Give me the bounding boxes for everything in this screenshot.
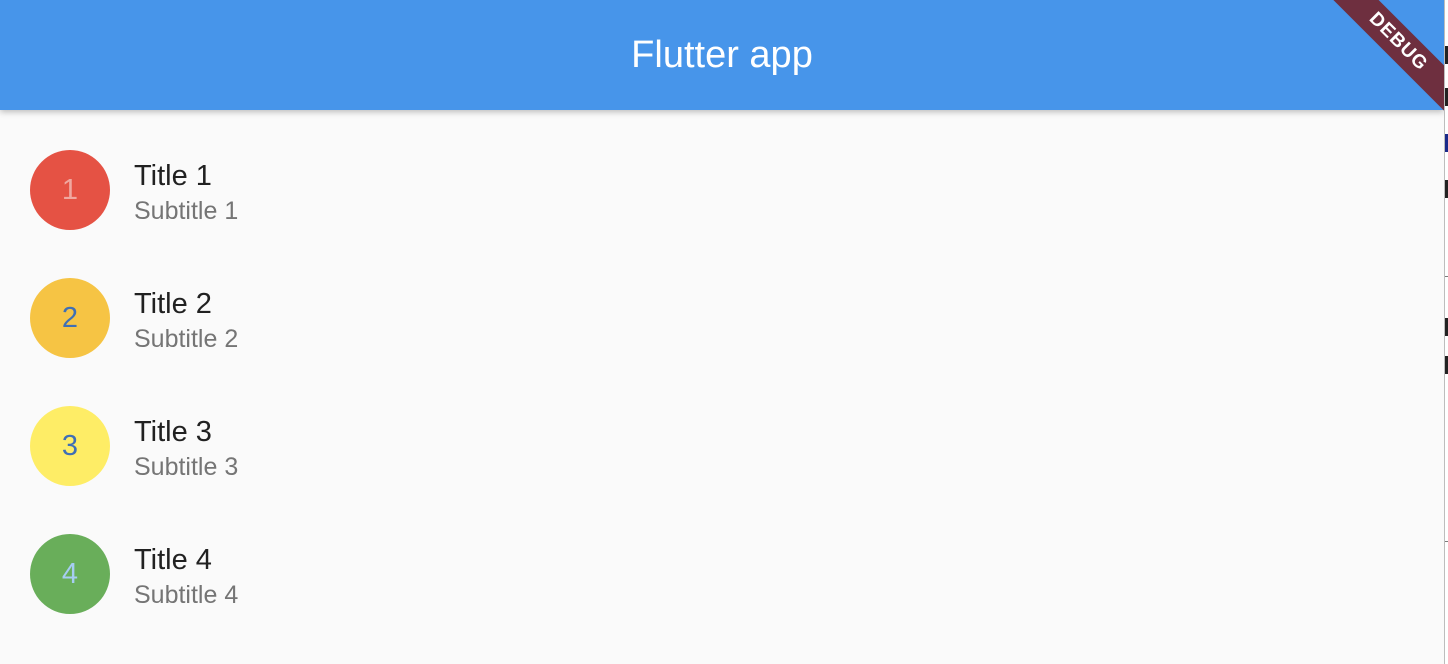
list-item-title: Title 3 (134, 416, 212, 448)
list-item-subtitle: Subtitle 4 (134, 581, 239, 609)
list-item[interactable]: 4 Title 4 Subtitle 4 (0, 510, 1444, 638)
list-item[interactable]: 3 Title 3 Subtitle 3 (0, 382, 1444, 510)
list-item[interactable]: 1 Title 1 Subtitle 1 (0, 126, 1444, 254)
list-item-subtitle: Subtitle 2 (134, 325, 239, 353)
list-item[interactable]: 2 Title 2 Subtitle 2 (0, 254, 1444, 382)
avatar: 2 (30, 278, 110, 358)
debug-banner-label: DEBUG (1324, 0, 1444, 117)
avatar: 4 (30, 534, 110, 614)
avatar: 1 (30, 150, 110, 230)
list-item-text: Title 1 Subtitle 1 (134, 158, 238, 228)
list-item-title: Title 2 (134, 288, 212, 320)
debug-banner: DEBUG (1324, 0, 1444, 120)
list-item-text: Title 2 Subtitle 2 (134, 286, 238, 356)
flutter-app-window: Flutter app DEBUG 1 Title 1 Subtitle 1 2… (0, 0, 1444, 664)
list-item-subtitle: Subtitle 3 (134, 453, 239, 481)
list-item-title: Title 4 (134, 544, 212, 576)
list-item-text: Title 3 Subtitle 3 (134, 414, 238, 484)
app-bar-title: Flutter app (631, 34, 813, 76)
avatar: 3 (30, 406, 110, 486)
item-list: 1 Title 1 Subtitle 1 2 Title 2 Subtitle … (0, 126, 1444, 638)
list-item-title: Title 1 (134, 160, 212, 192)
list-item-text: Title 4 Subtitle 4 (134, 542, 238, 612)
list-item-subtitle: Subtitle 1 (134, 197, 239, 225)
adjacent-window-edge (1444, 0, 1448, 664)
app-bar: Flutter app (0, 0, 1444, 110)
